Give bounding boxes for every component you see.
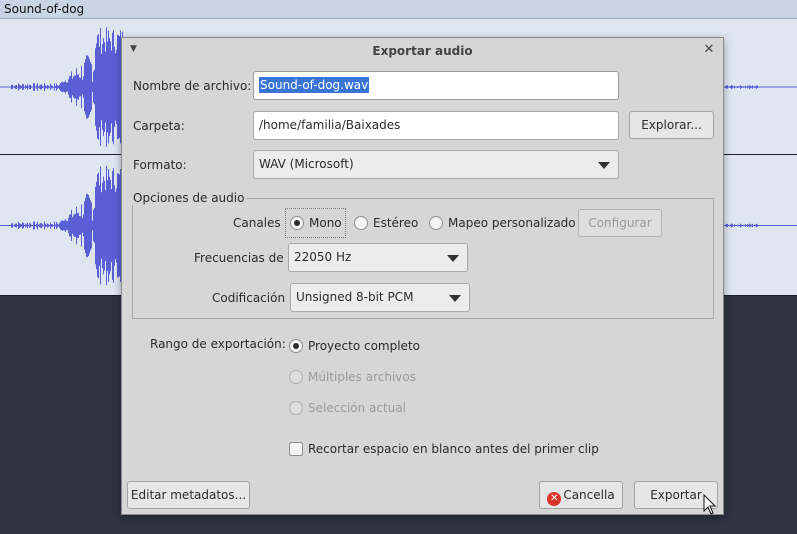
range-current-selection-radio[interactable] — [289, 401, 303, 415]
folder-label: Carpeta: — [133, 119, 185, 133]
mouse-pointer-icon — [703, 494, 717, 515]
frequency-value: 22050 Hz — [294, 250, 352, 264]
browse-button[interactable]: Explorar... — [629, 111, 714, 139]
filename-input[interactable]: Sound-of-dog.wav — [253, 71, 619, 100]
cancel-circle-icon: ✕ — [547, 492, 562, 506]
channel-custom-label[interactable]: Mapeo personalizado — [448, 216, 576, 230]
edit-metadata-button[interactable]: Editar metadatos... — [127, 481, 250, 509]
format-value: WAV (Microsoft) — [259, 157, 354, 171]
dialog-title: Exportar audio — [372, 44, 473, 58]
chevron-down-icon[interactable]: ▼ — [130, 44, 140, 54]
filename-value: Sound-of-dog.wav — [259, 77, 370, 93]
range-multiple-files-label[interactable]: Múltiples archivos — [308, 370, 416, 384]
configure-button[interactable]: Configurar — [578, 209, 662, 237]
audio-options-legend: Opciones de audio — [131, 191, 247, 205]
channel-mono-radio[interactable] — [290, 216, 304, 230]
export-range-label: Rango de exportación: — [150, 337, 286, 351]
channels-label: Canales — [233, 216, 281, 230]
range-full-project-radio[interactable] — [289, 339, 303, 353]
close-icon[interactable]: ✕ — [701, 42, 717, 58]
range-current-selection-label[interactable]: Selección actual — [308, 401, 406, 415]
encoding-select[interactable]: Unsigned 8-bit PCM — [290, 283, 470, 312]
filename-label: Nombre de archivo: — [133, 79, 252, 93]
range-full-project-label[interactable]: Proyecto completo — [308, 339, 420, 353]
dropdown-arrow-icon — [449, 295, 461, 302]
frequency-label: Frecuencias de — [194, 251, 284, 265]
dropdown-arrow-icon — [447, 255, 459, 262]
format-label: Formato: — [133, 158, 187, 172]
channel-stereo-radio[interactable] — [354, 216, 368, 230]
channel-mono-label[interactable]: Mono — [309, 216, 342, 230]
track-name[interactable]: Sound-of-dog — [0, 0, 797, 19]
export-audio-dialog: Exportar audio ▼ ✕ Nombre de archivo: So… — [121, 37, 724, 515]
frequency-select[interactable]: 22050 Hz — [288, 243, 468, 272]
dropdown-arrow-icon — [598, 162, 610, 169]
cancel-button-label: Cancella — [563, 488, 615, 502]
channel-stereo-label[interactable]: Estéreo — [373, 216, 418, 230]
trim-silence-checkbox[interactable] — [289, 442, 303, 456]
trim-silence-label[interactable]: Recortar espacio en blanco antes del pri… — [308, 442, 599, 456]
cancel-button[interactable]: ✕ Cancella — [539, 481, 623, 509]
format-select[interactable]: WAV (Microsoft) — [253, 150, 619, 179]
folder-input[interactable]: /home/familia/Baixades — [253, 111, 619, 140]
encoding-value: Unsigned 8-bit PCM — [296, 290, 414, 304]
channel-custom-radio[interactable] — [429, 216, 443, 230]
dialog-titlebar[interactable]: Exportar audio ▼ ✕ — [122, 38, 723, 64]
encoding-label: Codificación — [212, 291, 286, 305]
range-multiple-files-radio[interactable] — [289, 370, 303, 384]
